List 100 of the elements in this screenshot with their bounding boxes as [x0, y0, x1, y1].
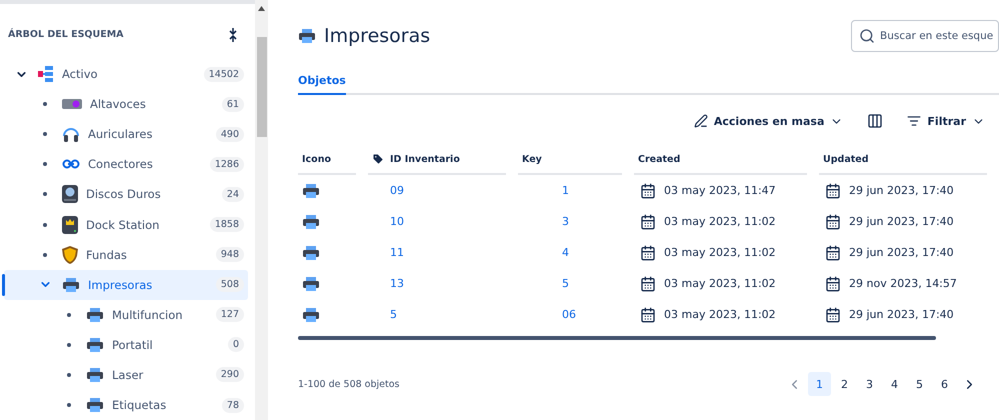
- bullet-icon: [43, 132, 47, 136]
- updated-date: 29 jun 2023, 17:40: [849, 215, 954, 228]
- printer-icon: [62, 276, 80, 293]
- column-header[interactable]: Updated: [819, 145, 987, 175]
- key-link[interactable]: 06: [562, 308, 576, 321]
- bullet-icon: [67, 403, 71, 407]
- tree-item[interactable]: Impresoras 508: [4, 270, 248, 300]
- tree-item[interactable]: Auriculares 490: [4, 119, 248, 150]
- column-title: Key: [522, 154, 542, 164]
- bullet-icon: [43, 192, 47, 196]
- column-header[interactable]: Created: [634, 145, 807, 175]
- page-title: Impresoras: [324, 25, 430, 47]
- tree-label: Laser: [112, 368, 144, 382]
- calendar-icon: [640, 182, 656, 198]
- created-date: 03 may 2023, 11:02: [664, 215, 776, 228]
- printer-icon: [86, 366, 104, 383]
- printer-icon: [86, 306, 104, 323]
- id-link[interactable]: 13: [390, 277, 404, 290]
- bullet-icon: [43, 102, 47, 106]
- projector-icon: [62, 98, 82, 110]
- calendar-icon: [825, 214, 841, 230]
- printer-icon: [298, 28, 316, 44]
- bullet-icon: [67, 342, 71, 347]
- printer-icon: [86, 397, 104, 413]
- tree-item[interactable]: Etiquetas 78: [4, 390, 248, 420]
- printer-icon: [302, 182, 320, 198]
- key-link[interactable]: 3: [562, 215, 569, 228]
- tree-item[interactable]: Multifuncion 127: [4, 300, 248, 330]
- link-icon: [62, 159, 80, 170]
- tree-label: Etiquetas: [112, 398, 168, 412]
- tree-item[interactable]: Discos Duros 24: [4, 179, 248, 210]
- count-badge: 0: [228, 337, 244, 352]
- updated-date: 29 jun 2023, 17:40: [849, 246, 954, 259]
- printer-icon: [302, 306, 320, 322]
- page-button[interactable]: 3: [858, 372, 881, 396]
- results-summary: 1-100 de 508 objetos: [298, 378, 400, 390]
- scroll-up-icon[interactable]: [258, 6, 265, 11]
- column-header[interactable]: Key: [518, 145, 622, 175]
- created-date: 03 may 2023, 11:02: [664, 308, 776, 321]
- tree-item[interactable]: Fundas 948: [4, 240, 248, 270]
- tree-label: Impresoras: [88, 278, 154, 292]
- printer-icon: [302, 214, 320, 230]
- page-button[interactable]: 5: [908, 372, 931, 396]
- tree-item[interactable]: Conectores 1286: [4, 149, 248, 180]
- tree-item[interactable]: Portatil 0: [4, 330, 248, 360]
- calendar-icon: [825, 182, 841, 198]
- column-title: Updated: [823, 154, 869, 164]
- column-title: Created: [638, 154, 680, 164]
- id-link[interactable]: 5: [390, 308, 397, 321]
- tree-item[interactable]: Laser 290: [4, 360, 248, 390]
- key-link[interactable]: 4: [562, 246, 569, 259]
- column-header[interactable]: ID Inventario: [368, 145, 506, 175]
- filter-button[interactable]: Filtrar: [903, 110, 989, 132]
- selection-bar: [2, 274, 5, 296]
- page-button[interactable]: 6: [933, 372, 956, 396]
- collapse-icon[interactable]: [229, 28, 237, 42]
- tree-label: Conectores: [88, 157, 154, 172]
- scroll-thumb[interactable]: [256, 37, 266, 137]
- tree-item[interactable]: Dock Station 1858: [4, 210, 248, 240]
- tree-label: Activo: [62, 67, 99, 82]
- bullet-icon: [67, 372, 71, 377]
- bullet-icon: [43, 252, 47, 257]
- shield-icon: [62, 246, 78, 264]
- page-button[interactable]: 1: [808, 372, 831, 396]
- tree-item[interactable]: Altavoces 61: [4, 89, 248, 120]
- id-link[interactable]: 11: [390, 246, 404, 259]
- hierarchy-icon: [38, 66, 54, 82]
- created-date: 03 may 2023, 11:02: [664, 246, 776, 259]
- tree-label: Fundas: [86, 248, 128, 262]
- id-link[interactable]: 09: [390, 184, 404, 197]
- count-badge: 490: [216, 126, 244, 142]
- tree-label: Altavoces: [90, 97, 147, 112]
- filter-icon: [907, 114, 922, 128]
- key-link[interactable]: 5: [562, 277, 569, 290]
- count-badge: 61: [222, 96, 244, 112]
- tree-item[interactable]: Activo 14502: [4, 59, 248, 90]
- page-button[interactable]: 4: [883, 372, 906, 396]
- count-badge: 290: [216, 367, 244, 382]
- bullet-icon: [43, 222, 47, 227]
- count-badge: 24: [222, 186, 244, 202]
- calendar-icon: [825, 276, 841, 292]
- tree-label: Auriculares: [88, 127, 154, 142]
- sidebar-title: ÁRBOL DEL ESQUEMA: [8, 29, 124, 40]
- id-link[interactable]: 10: [390, 215, 404, 228]
- count-badge: 78: [222, 398, 244, 412]
- tree-label: Multifuncion: [112, 308, 184, 322]
- columns-icon: [867, 113, 884, 129]
- horizontal-scrollbar[interactable]: [298, 336, 936, 340]
- scrollbar[interactable]: [255, 0, 268, 420]
- key-link[interactable]: 1: [562, 184, 569, 197]
- search-icon: [859, 28, 875, 44]
- bulk-actions-button[interactable]: Acciones en masa: [690, 110, 848, 132]
- column-header[interactable]: Icono: [298, 145, 356, 175]
- updated-date: 29 jun 2023, 17:40: [849, 308, 954, 321]
- tab[interactable]: Objetos: [298, 70, 346, 95]
- count-badge: 508: [216, 277, 244, 292]
- printer-icon: [86, 336, 104, 353]
- calendar-icon: [640, 306, 656, 322]
- page-button[interactable]: 2: [833, 372, 856, 396]
- search-field[interactable]: Buscar en este esque: [851, 20, 999, 52]
